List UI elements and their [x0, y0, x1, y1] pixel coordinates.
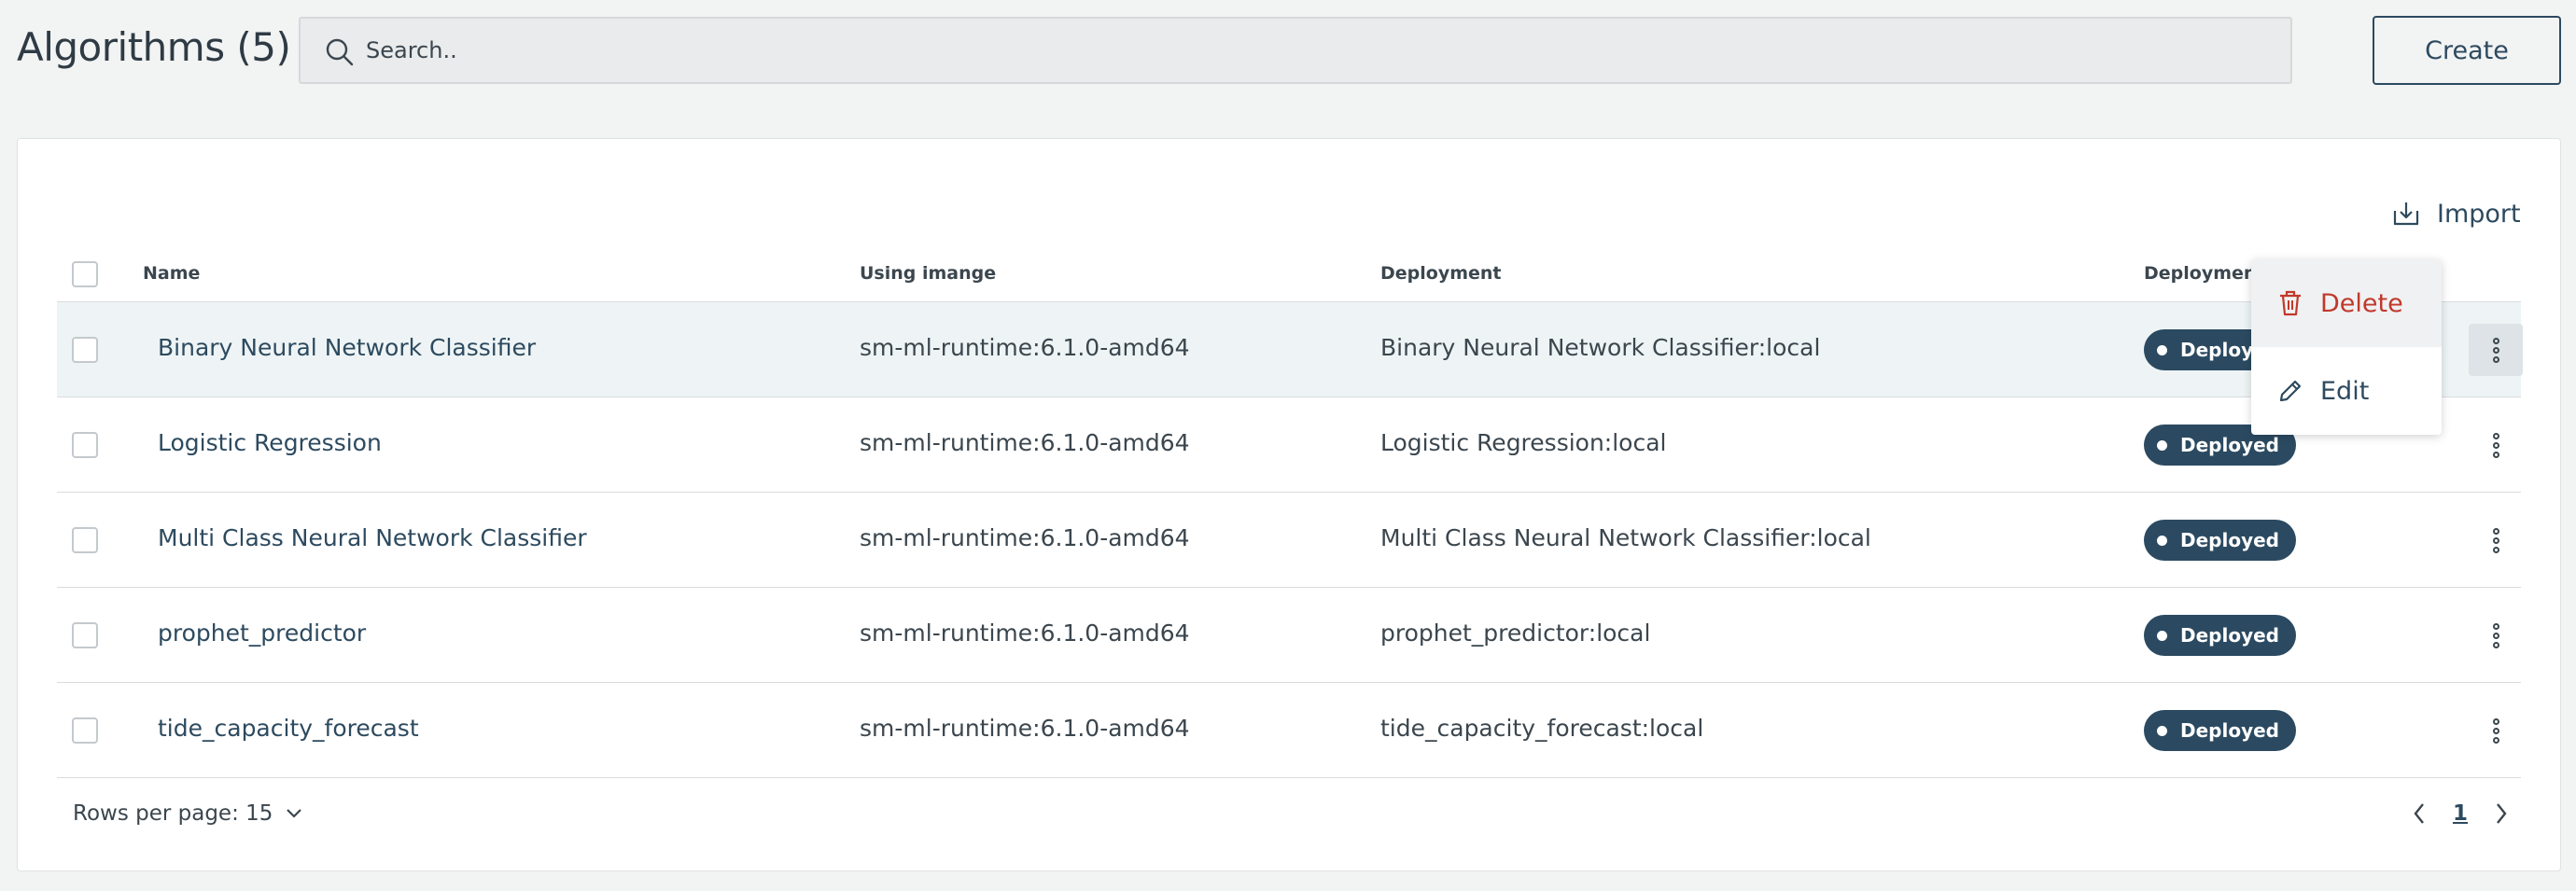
algorithms-table: Name Using imange Deployment Deployment … — [57, 246, 2523, 778]
create-button[interactable]: Create — [2373, 16, 2561, 85]
table-row: Binary Neural Network Classifier sm-ml-r… — [57, 302, 2523, 397]
kebab-menu-icon[interactable] — [2469, 609, 2523, 661]
rows-per-page-select[interactable]: Rows per page: 15 — [73, 784, 302, 843]
status-dot-icon — [2157, 630, 2167, 641]
status-dot-icon — [2157, 725, 2167, 736]
status-badge: Deployed — [2144, 615, 2296, 656]
kebab-menu-icon[interactable] — [2469, 419, 2523, 471]
import-button[interactable]: Import — [2392, 195, 2521, 232]
status-dot-icon — [2157, 344, 2167, 355]
status-badge: Deployed — [2144, 520, 2296, 561]
rows-per-page-label: Rows per page: 15 — [73, 801, 273, 826]
kebab-menu-icon[interactable] — [2469, 514, 2523, 566]
table-footer: Rows per page: 15 1 — [56, 784, 2520, 843]
import-icon — [2393, 202, 2419, 226]
row-checkbox[interactable] — [72, 622, 98, 648]
status-label: Deployed — [2180, 719, 2279, 742]
algorithm-name-link[interactable]: Multi Class Neural Network Classifier — [158, 524, 587, 551]
row-checkbox[interactable] — [72, 337, 98, 363]
chevron-right-icon[interactable] — [2483, 795, 2520, 832]
row-checkbox[interactable] — [72, 432, 98, 458]
column-header-image[interactable]: Using imange — [860, 263, 996, 284]
kebab-menu-icon[interactable] — [2469, 704, 2523, 757]
deployment-cell: Binary Neural Network Classifier:local — [1380, 334, 1821, 361]
algorithm-name-link[interactable]: Binary Neural Network Classifier — [158, 334, 536, 361]
table-row: Multi Class Neural Network Classifier sm… — [57, 493, 2521, 588]
column-header-deployment[interactable]: Deployment — [1380, 263, 1502, 284]
status-dot-icon — [2157, 535, 2167, 546]
deployment-cell: Logistic Regression:local — [1380, 429, 1667, 456]
kebab-menu-icon[interactable] — [2469, 324, 2523, 376]
deployment-cell: tide_capacity_forecast:local — [1380, 715, 1704, 742]
chevron-left-icon[interactable] — [2401, 795, 2438, 832]
page-number[interactable]: 1 — [2453, 801, 2468, 826]
column-header-name[interactable]: Name — [143, 263, 200, 284]
table-row: tide_capacity_forecast sm-ml-runtime:6.1… — [57, 683, 2521, 778]
deployment-cell: prophet_predictor:local — [1380, 620, 1651, 647]
table-row: prophet_predictor sm-ml-runtime:6.1.0-am… — [57, 588, 2521, 683]
row-checkbox[interactable] — [72, 717, 98, 744]
image-cell: sm-ml-runtime:6.1.0-amd64 — [860, 524, 1190, 551]
status-label: Deployed — [2180, 624, 2279, 647]
pencil-icon — [2279, 380, 2302, 402]
delete-label: Delete — [2320, 288, 2403, 318]
algorithm-name-link[interactable]: tide_capacity_forecast — [158, 715, 419, 742]
page-header: Algorithms (5) Create — [0, 0, 2576, 103]
edit-label: Edit — [2320, 376, 2370, 406]
deployment-cell: Multi Class Neural Network Classifier:lo… — [1380, 524, 1871, 551]
image-cell: sm-ml-runtime:6.1.0-amd64 — [860, 620, 1190, 647]
status-badge: Deployed — [2144, 710, 2296, 751]
image-cell: sm-ml-runtime:6.1.0-amd64 — [860, 334, 1190, 361]
algorithms-card: Import Name Using imange Deployment Depl… — [17, 138, 2561, 871]
page-title: Algorithms (5) — [17, 24, 291, 70]
pagination: 1 — [2401, 784, 2520, 843]
delete-menu-item[interactable]: Delete — [2251, 259, 2442, 347]
chevron-down-icon — [287, 809, 302, 818]
select-all-checkbox[interactable] — [72, 261, 98, 287]
algorithm-name-link[interactable]: Logistic Regression — [158, 429, 382, 456]
search-input[interactable] — [366, 19, 2270, 82]
image-cell: sm-ml-runtime:6.1.0-amd64 — [860, 715, 1190, 742]
row-checkbox[interactable] — [72, 527, 98, 553]
table-row: Logistic Regression sm-ml-runtime:6.1.0-… — [57, 397, 2521, 493]
table-header: Name Using imange Deployment Deployment … — [57, 246, 2521, 302]
edit-menu-item[interactable]: Edit — [2251, 347, 2442, 435]
status-dot-icon — [2157, 439, 2167, 451]
status-label: Deployed — [2180, 434, 2279, 456]
trash-icon — [2280, 290, 2301, 316]
search-icon — [326, 38, 354, 66]
import-label: Import — [2437, 199, 2521, 229]
row-context-menu: Delete Edit — [2251, 259, 2442, 435]
status-label: Deployed — [2180, 529, 2279, 551]
search-box[interactable] — [299, 17, 2292, 84]
algorithm-name-link[interactable]: prophet_predictor — [158, 620, 366, 647]
image-cell: sm-ml-runtime:6.1.0-amd64 — [860, 429, 1190, 456]
